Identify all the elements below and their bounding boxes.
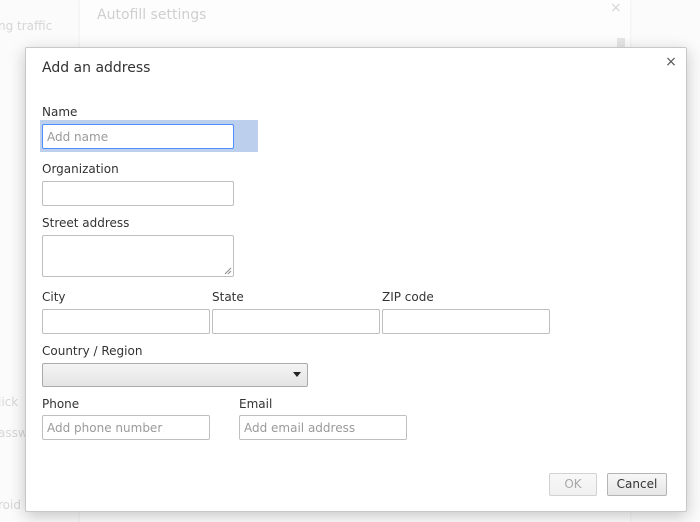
background-text-fragment: ng traffic [0,19,53,33]
organization-label: Organization [42,162,119,176]
city-input[interactable] [42,309,210,334]
background-text-fragment: lick [0,395,19,409]
background-text-fragment: roid [0,498,21,512]
phone-input[interactable] [42,415,210,440]
country-region-select[interactable] [42,363,308,387]
email-input[interactable] [239,415,407,440]
name-input[interactable] [42,124,234,149]
phone-label: Phone [42,397,80,411]
zip-code-label: ZIP code [382,290,434,304]
street-address-textarea[interactable] [42,235,234,277]
chevron-down-icon [293,372,301,377]
name-label: Name [42,105,78,119]
ok-button[interactable]: OK [549,473,597,496]
email-label: Email [239,397,273,411]
resize-grip-icon[interactable] [224,267,232,275]
close-icon[interactable]: × [663,54,679,70]
background-text-fragment: assw [0,426,28,440]
country-region-label: Country / Region [42,344,143,358]
organization-input[interactable] [42,181,234,206]
city-label: City [42,290,66,304]
state-input[interactable] [212,309,380,334]
add-address-dialog: Add an address × Name Organization Stree… [25,47,687,512]
street-address-label: Street address [42,216,130,230]
panel-title: Autofill settings [97,7,207,23]
page: ng traffic lick assw roid Autofill setti… [0,0,700,522]
cancel-button[interactable]: Cancel [607,473,667,496]
zip-code-input[interactable] [382,309,550,334]
close-icon[interactable]: × [610,0,622,16]
state-label: State [212,290,244,304]
dialog-title: Add an address [42,60,151,76]
